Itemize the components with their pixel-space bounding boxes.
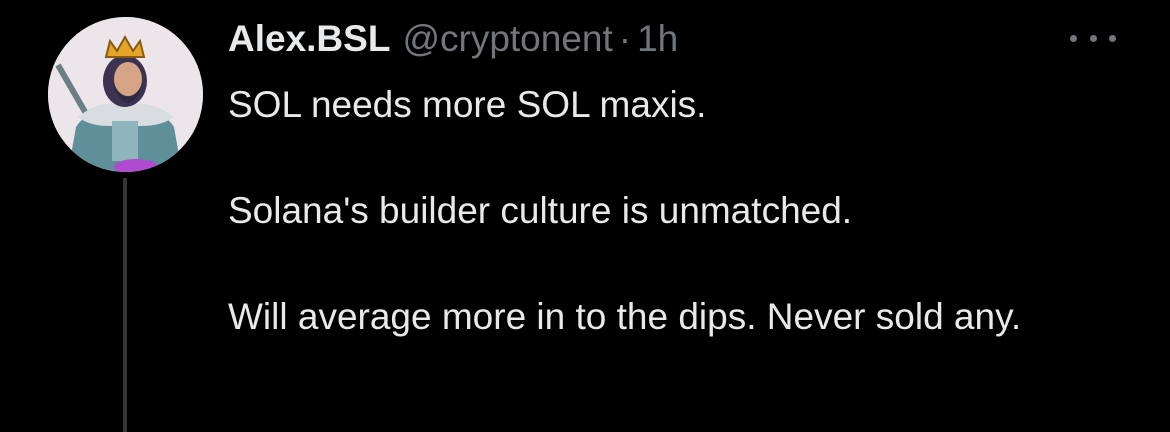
timestamp[interactable]: 1h [637, 18, 678, 60]
separator-dot: · [618, 18, 632, 59]
author-name[interactable]: Alex.BSL [228, 18, 390, 60]
more-horizontal-icon [1109, 34, 1116, 42]
tweet-paragraph: SOL needs more SOL maxis. [228, 84, 707, 125]
tweet-paragraph: Solana's builder culture is unmatched. [228, 190, 853, 231]
king-avatar-icon [48, 17, 203, 172]
tweet-paragraph: Will average more in to the dips. Never … [228, 296, 1022, 337]
thread-line [123, 178, 127, 432]
more-horizontal-icon [1070, 34, 1077, 42]
more-options-button[interactable] [1070, 26, 1116, 50]
more-horizontal-icon [1089, 34, 1097, 42]
tweet[interactable]: Alex.BSL @cryptonent · 1h SOL needs more… [0, 0, 1170, 432]
avatar[interactable] [48, 17, 203, 172]
tweet-text: SOL needs more SOL maxis. Solana's build… [228, 78, 1128, 343]
tweet-header: Alex.BSL @cryptonent · 1h [228, 18, 678, 64]
author-handle[interactable]: @cryptonent [402, 18, 612, 60]
